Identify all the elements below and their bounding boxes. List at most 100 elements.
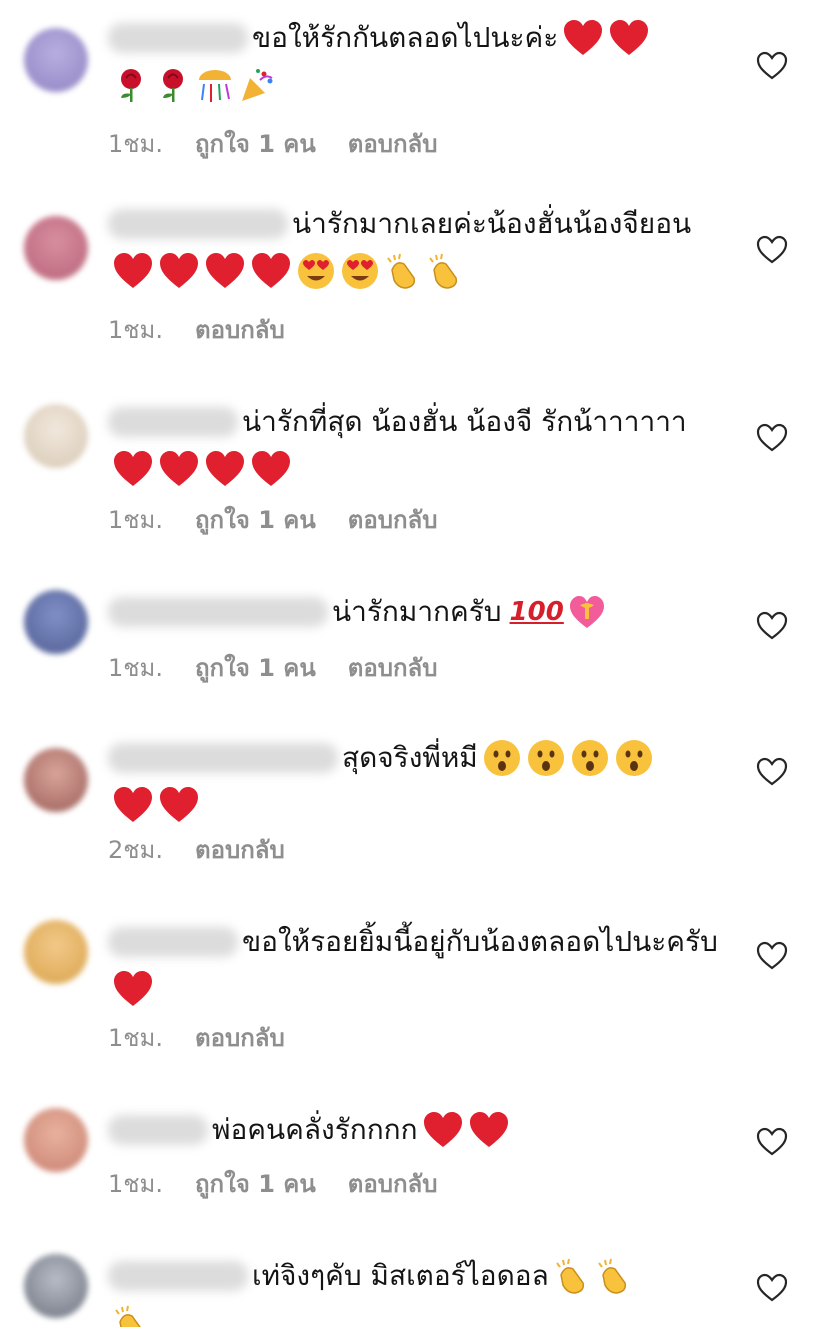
username[interactable] bbox=[108, 743, 338, 773]
heart-outline-icon bbox=[756, 611, 788, 640]
open-mouth-face-emoji bbox=[570, 738, 610, 778]
red-heart-emoji bbox=[112, 785, 154, 825]
comment-body: น่ารักที่สุด น้องฮั่น น้องจี รักน้าาาาาา bbox=[108, 398, 718, 491]
comment-time: 1ชม. bbox=[108, 316, 164, 344]
like-heart-button[interactable] bbox=[756, 422, 788, 454]
comment-time: 1ชม. bbox=[108, 506, 164, 534]
red-heart-emoji bbox=[468, 1110, 510, 1150]
likes-count-link[interactable]: ถูกใจ 1 คน bbox=[195, 124, 316, 163]
red-heart-emoji bbox=[112, 969, 154, 1009]
comment-text: เท่จิงๆคับ มิสเตอร์ไอดอล bbox=[252, 1259, 549, 1292]
hundred-points-emoji: 100 bbox=[509, 597, 564, 627]
open-mouth-face-emoji bbox=[614, 738, 654, 778]
username[interactable] bbox=[108, 209, 288, 239]
heart-outline-icon bbox=[756, 235, 788, 264]
avatar[interactable] bbox=[24, 216, 88, 280]
heart-eyes-emoji bbox=[340, 251, 380, 291]
comment-time: 1ชม. bbox=[108, 130, 164, 158]
red-heart-emoji bbox=[250, 449, 292, 489]
open-mouth-face-emoji bbox=[482, 738, 522, 778]
comment-body: สุดจริงพี่หมี bbox=[108, 734, 718, 827]
heart-outline-icon bbox=[756, 941, 788, 970]
comment-meta: 1ชม. ตอบกลับ bbox=[108, 1018, 317, 1057]
comment-list: ขอให้รักกันตลอดไปนะค่ะ 1ชม. ถูกใจ 1 คน ตอบ… bbox=[0, 0, 828, 1327]
heart-outline-icon bbox=[756, 1273, 788, 1302]
comment-meta: 1ชม. ตอบกลับ bbox=[108, 310, 317, 349]
like-heart-button[interactable] bbox=[756, 50, 788, 82]
heart-outline-icon bbox=[756, 423, 788, 452]
comment-text: ขอให้รอยยิ้มนี้อยู่กับน้องตลอดไปนะครับ bbox=[242, 925, 718, 958]
clapping-hands-emoji bbox=[426, 252, 464, 290]
like-heart-button[interactable] bbox=[756, 234, 788, 266]
open-mouth-face-emoji bbox=[526, 738, 566, 778]
username[interactable] bbox=[108, 407, 238, 437]
username[interactable] bbox=[108, 597, 328, 627]
reply-button[interactable]: ตอบกลับ bbox=[348, 500, 438, 539]
like-heart-button[interactable] bbox=[756, 1126, 788, 1158]
comment-text: น่ารักที่สุด น้องฮั่น น้องจี รักน้าาาาาา bbox=[242, 405, 687, 438]
comment-meta: 1ชม. ถูกใจ 1 คน ตอบกลับ bbox=[108, 648, 469, 687]
comment-meta: 1ชม. ถูกใจ 1 คน ตอบกลับ bbox=[108, 1164, 469, 1203]
comment-time: 1ชม. bbox=[108, 654, 164, 682]
like-heart-button[interactable] bbox=[756, 756, 788, 788]
reply-button[interactable]: ตอบกลับ bbox=[195, 830, 285, 869]
comment-time: 1ชม. bbox=[108, 1170, 164, 1198]
red-heart-emoji bbox=[112, 449, 154, 489]
username[interactable] bbox=[108, 1261, 248, 1291]
heart-eyes-emoji bbox=[296, 251, 336, 291]
heart-with-ribbon-emoji bbox=[568, 593, 606, 631]
heart-outline-icon bbox=[756, 757, 788, 786]
reply-button[interactable]: ตอบกลับ bbox=[348, 1164, 438, 1203]
avatar[interactable] bbox=[24, 748, 88, 812]
avatar[interactable] bbox=[24, 1254, 88, 1318]
likes-count-link[interactable]: ถูกใจ 1 คน bbox=[195, 500, 316, 539]
username[interactable] bbox=[108, 23, 248, 53]
red-heart-emoji bbox=[204, 449, 246, 489]
red-heart-emoji bbox=[250, 251, 292, 291]
like-heart-button[interactable] bbox=[756, 1272, 788, 1304]
clapping-hands-emoji bbox=[553, 1257, 591, 1295]
red-heart-emoji bbox=[158, 449, 200, 489]
comment-text: สุดจริงพี่หมี bbox=[342, 741, 478, 774]
red-heart-emoji bbox=[204, 251, 246, 291]
comment-body: น่ารักมากครับ 100 bbox=[108, 588, 718, 635]
comment-body: ขอให้รอยยิ้มนี้อยู่กับน้องตลอดไปนะครับ bbox=[108, 918, 718, 1011]
likes-count-link[interactable]: ถูกใจ 1 คน bbox=[195, 648, 316, 687]
avatar[interactable] bbox=[24, 1108, 88, 1172]
avatar[interactable] bbox=[24, 920, 88, 984]
comment-item: เท่จิงๆคับ มิสเตอร์ไอดอล bbox=[0, 1236, 828, 1327]
reply-button[interactable]: ตอบกลับ bbox=[195, 310, 285, 349]
reply-button[interactable]: ตอบกลับ bbox=[195, 1018, 285, 1057]
like-heart-button[interactable] bbox=[756, 940, 788, 972]
comment-meta: 2ชม. ตอบกลับ bbox=[108, 830, 317, 869]
comment-text: น่ารักมากครับ bbox=[332, 595, 502, 628]
avatar[interactable] bbox=[24, 590, 88, 654]
avatar[interactable] bbox=[24, 404, 88, 468]
comment-text: พ่อคนคลั่งรักกกก bbox=[212, 1113, 418, 1146]
heart-outline-icon bbox=[756, 1127, 788, 1156]
reply-button[interactable]: ตอบกลับ bbox=[348, 648, 438, 687]
red-heart-emoji bbox=[158, 785, 200, 825]
reply-button[interactable]: ตอบกลับ bbox=[348, 124, 438, 163]
like-heart-button[interactable] bbox=[756, 610, 788, 642]
confetti-ball-emoji bbox=[196, 66, 234, 104]
likes-count-link[interactable]: ถูกใจ 1 คน bbox=[195, 1164, 316, 1203]
clapping-hands-emoji bbox=[595, 1257, 633, 1295]
username[interactable] bbox=[108, 927, 238, 957]
heart-outline-icon bbox=[756, 51, 788, 80]
red-heart-emoji bbox=[422, 1110, 464, 1150]
rose-emoji bbox=[112, 66, 150, 104]
avatar[interactable] bbox=[24, 28, 88, 92]
comment-body: น่ารักมากเลยค่ะน้องฮั่นน้องจียอน bbox=[108, 200, 718, 293]
red-heart-emoji bbox=[562, 18, 604, 58]
party-popper-emoji bbox=[238, 66, 276, 104]
comment-time: 1ชม. bbox=[108, 1024, 164, 1052]
comment-body: พ่อคนคลั่งรักกกก bbox=[108, 1106, 718, 1153]
red-heart-emoji bbox=[158, 251, 200, 291]
comment-time: 2ชม. bbox=[108, 836, 164, 864]
comment-text: ขอให้รักกันตลอดไปนะค่ะ bbox=[252, 21, 559, 54]
username[interactable] bbox=[108, 1115, 208, 1145]
red-heart-emoji bbox=[112, 251, 154, 291]
rose-emoji bbox=[154, 66, 192, 104]
comment-meta: 1ชม. ถูกใจ 1 คน ตอบกลับ bbox=[108, 124, 469, 163]
